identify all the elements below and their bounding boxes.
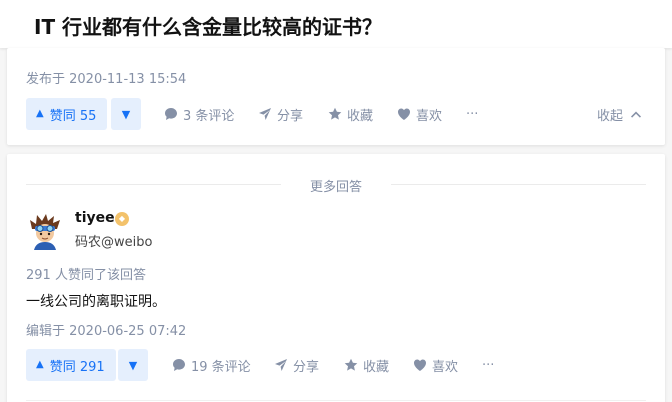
vote-down-button[interactable]: ▼ — [111, 98, 141, 130]
collapse-button[interactable]: 收起 — [597, 98, 643, 130]
more-button[interactable]: ··· — [466, 98, 478, 130]
share-button[interactable]: 分享 — [274, 349, 319, 381]
answer-content: 一线公司的离职证明。 — [26, 294, 166, 310]
star-icon — [344, 358, 358, 372]
share-label: 分享 — [293, 359, 320, 375]
like-label: 喜欢 — [432, 359, 459, 375]
heart-icon — [413, 358, 427, 372]
comments-button[interactable]: 3 条评论 — [164, 98, 234, 130]
card-divider — [26, 400, 646, 401]
comments-button[interactable]: 19 条评论 — [172, 349, 251, 381]
answer-actions: ▲ 赞同 291 ▼ 19 条评论 分享 收藏 喜欢 ··· — [26, 349, 656, 381]
triangle-up-icon: ▲ — [36, 359, 44, 370]
heart-icon — [397, 107, 411, 121]
triangle-up-icon: ▲ — [36, 108, 44, 119]
answer-card-2: 更多回答 tiyee ◆ 码农@weibo 291 人赞同了该回答 一线公司的离… — [7, 154, 665, 402]
comments-label: 19 条评论 — [191, 359, 251, 375]
question-title[interactable]: IT 行业都有什么含金量比较高的证书？ — [34, 11, 382, 40]
more-button[interactable]: ··· — [482, 349, 494, 381]
question-header: IT 行业都有什么含金量比较高的证书？ — [0, 0, 672, 48]
more-answers-label: 更多回答 — [309, 180, 362, 195]
triangle-down-icon: ▼ — [121, 107, 131, 121]
like-button[interactable]: 喜欢 — [397, 98, 442, 130]
collect-button[interactable]: 收藏 — [328, 98, 373, 130]
vote-up-button[interactable]: ▲ 赞同 291 — [26, 349, 116, 381]
share-label: 分享 — [277, 108, 304, 124]
author-avatar[interactable] — [26, 212, 64, 250]
star-icon — [328, 107, 342, 121]
more-icon: ··· — [466, 106, 479, 122]
vote-down-button[interactable]: ▼ — [118, 349, 148, 381]
collect-label: 收藏 — [363, 359, 390, 375]
comment-icon — [164, 107, 178, 121]
answer-card-1: 发布于 2020-11-13 15:54 ▲ 赞同 55 ▼ 3 条评论 分享 … — [7, 48, 665, 145]
like-button[interactable]: 喜欢 — [413, 349, 458, 381]
like-label: 喜欢 — [416, 108, 443, 124]
collapse-label: 收起 — [597, 108, 624, 124]
answer-actions: ▲ 赞同 55 ▼ 3 条评论 分享 收藏 喜欢 ··· 收起 — [26, 98, 656, 130]
more-icon: ··· — [482, 357, 495, 373]
collect-label: 收藏 — [347, 108, 374, 124]
comments-label: 3 条评论 — [183, 108, 235, 124]
share-icon — [258, 107, 272, 121]
badge-icon: ◆ — [115, 212, 129, 226]
vote-up-label: 赞同 55 — [49, 108, 97, 124]
author-name[interactable]: tiyee — [75, 210, 115, 226]
vote-up-label: 赞同 291 — [49, 359, 105, 375]
share-button[interactable]: 分享 — [258, 98, 303, 130]
edit-time[interactable]: 编辑于 2020-06-25 07:42 — [26, 320, 186, 339]
comment-icon — [172, 358, 186, 372]
more-answers-divider: 更多回答 — [26, 174, 646, 195]
chevron-up-icon — [629, 107, 643, 121]
vote-count-text: 291 人赞同了该回答 — [26, 268, 146, 283]
triangle-down-icon: ▼ — [128, 358, 138, 372]
collect-button[interactable]: 收藏 — [344, 349, 389, 381]
author-bio: 码农@weibo — [75, 235, 153, 250]
vote-up-button[interactable]: ▲ 赞同 55 — [26, 98, 108, 130]
publish-time[interactable]: 发布于 2020-11-13 15:54 — [26, 68, 186, 87]
avatar-image — [30, 214, 60, 250]
share-icon — [274, 358, 288, 372]
